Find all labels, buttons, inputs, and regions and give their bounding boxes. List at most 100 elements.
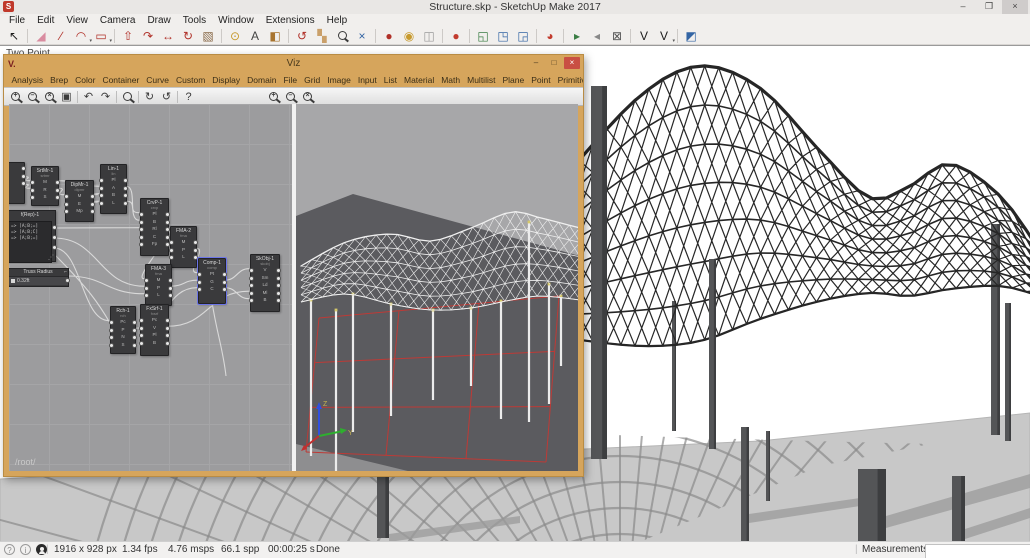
output-port[interactable] [55,180,60,185]
zoom-tool-icon[interactable] [332,28,352,44]
output-port[interactable] [165,318,170,323]
output-port[interactable] [276,275,281,281]
material-sphere-icon[interactable]: ● [446,28,466,44]
input-port[interactable] [197,279,202,285]
viz-menu-analysis[interactable]: Analysis [8,75,47,85]
pin-icon[interactable]: ⌐ [64,269,67,275]
minimize-button[interactable]: – [950,0,976,14]
text-tool-icon[interactable]: A [245,28,265,44]
line-tool-icon[interactable]: ∕ [51,28,71,44]
viz-menu-primitive[interactable]: Primitive [554,75,583,85]
output-port[interactable] [165,333,170,338]
viz-node-formula[interactable]: f(Rep)-1 => [A;B;=] => [A;B;C] => [A;B;=] ⋰ [9,210,57,263]
menu-help[interactable]: Help [321,15,354,26]
eraser-tool-icon[interactable]: ◢ [31,28,51,44]
output-port[interactable] [276,298,281,303]
input-port[interactable] [139,212,144,217]
viz-node-skobj-1[interactable]: SkObj-1 skobj V Sm Ld Ml B [249,254,281,312]
output-port[interactable] [168,293,173,298]
style-shaded-icon[interactable]: ◳ [493,28,513,44]
position-camera-tool-icon[interactable]: ● [379,28,399,44]
dropdown-arrow-icon[interactable]: ▾ [109,38,112,44]
viz-zoom-in-icon[interactable]: + [7,90,24,104]
input-port[interactable] [249,283,254,288]
input-port[interactable] [249,275,254,281]
output-port[interactable] [168,285,173,291]
output-port[interactable] [132,327,137,333]
info-icon[interactable]: i [20,544,31,555]
account-icon[interactable] [36,544,47,555]
input-port[interactable] [139,227,144,232]
viz-menu-custom[interactable]: Custom [172,75,208,85]
input-port[interactable] [30,180,35,185]
output-port[interactable] [165,219,170,225]
input-port[interactable] [109,335,114,340]
menu-tools[interactable]: Tools [177,15,212,26]
move-tool-icon[interactable]: ↔ [158,28,178,44]
viz-node-tool-icon[interactable]: V ▾ [654,28,675,44]
viz-node-canvas[interactable]: /root/ SrtMr-1 srtmr M R S DipMr-1 dipmr M E Mp Li… [9,104,292,471]
menu-edit[interactable]: Edit [31,15,60,26]
input-port[interactable] [144,293,149,298]
output-port[interactable] [132,342,137,348]
output-port[interactable] [90,209,95,214]
pan-tool-icon[interactable]: ▚ [312,28,332,44]
style-wireframe-icon[interactable]: ◱ [473,28,493,44]
output-port[interactable] [55,187,60,193]
viz-menu-display[interactable]: Display [209,75,244,85]
input-port[interactable] [197,272,202,277]
scale-tool-icon[interactable]: ▧ [198,28,218,44]
input-port[interactable] [139,340,144,346]
viz-menu-image[interactable]: Image [324,75,355,85]
viz-node-rch-1[interactable]: Rch-1 rch Pc P N S [109,306,137,354]
viz-node-dipmr-1[interactable]: DipMr-1 dipmr M E Mp [64,180,95,222]
viz-zoom-reset-icon[interactable]: × [41,90,58,104]
input-port[interactable] [139,219,144,225]
output-port[interactable] [55,195,60,200]
viz-node-lin-1[interactable]: Lin-1 lin Pl A B L [99,164,128,214]
output-port[interactable] [276,283,281,288]
input-port[interactable] [197,287,202,292]
select-tool-icon[interactable]: ↖ [4,28,24,44]
viz-zoom-reset-icon[interactable]: × [299,90,316,104]
viz-node-slider[interactable]: Truss Radius ⌐ 0.32ft [9,268,70,287]
output-port[interactable] [168,278,173,283]
input-port[interactable] [144,285,149,291]
input-port[interactable] [139,318,144,323]
zoom-extents-tool-icon[interactable]: × [352,28,372,44]
viz-menu-point[interactable]: Point [528,75,554,85]
output-port[interactable] [165,340,170,346]
rectangle-tool-icon[interactable]: ▭ ▾ [91,28,112,44]
input-port[interactable] [249,298,254,303]
input-port[interactable] [99,200,104,206]
output-port[interactable] [222,272,227,277]
input-port[interactable] [109,327,114,333]
viz-node-fma-2[interactable]: FMA-2 fma M P L [169,226,198,268]
output-port[interactable] [90,194,95,199]
viz-refresh-icon[interactable]: ↻ [141,90,158,104]
output-port[interactable] [165,212,170,217]
output-port[interactable] [21,181,26,186]
viz-node-crvp-1[interactable]: CrvP-1 crvp Pl B Rl C Fp [139,198,170,256]
viz-inspect-icon[interactable] [119,90,136,104]
input-port[interactable] [139,234,144,240]
viz-menu-math[interactable]: Math [438,75,464,85]
output-port[interactable] [222,287,227,292]
viz-menu-list[interactable]: List [380,75,400,85]
viz-redo-icon[interactable]: ↷ [97,90,114,104]
look-around-tool-icon[interactable]: ◉ [399,28,419,44]
input-port[interactable] [139,242,144,247]
output-port[interactable] [193,247,198,253]
output-port[interactable] [52,235,57,240]
viz-node-comp-1[interactable]: Comp-1 comp Pt G C [197,257,227,305]
output-port[interactable] [165,325,170,331]
output-port[interactable] [123,200,128,206]
orbit-tool-icon[interactable]: ↺ [292,28,312,44]
input-port[interactable] [64,194,69,199]
input-port[interactable] [249,268,254,273]
viz-undo-icon[interactable]: ↶ [80,90,97,104]
viz-minimize-button[interactable]: – [528,57,544,69]
viz-zoom-out-icon[interactable]: – [24,90,41,104]
input-port[interactable] [109,342,114,348]
menu-view[interactable]: View [60,15,94,26]
